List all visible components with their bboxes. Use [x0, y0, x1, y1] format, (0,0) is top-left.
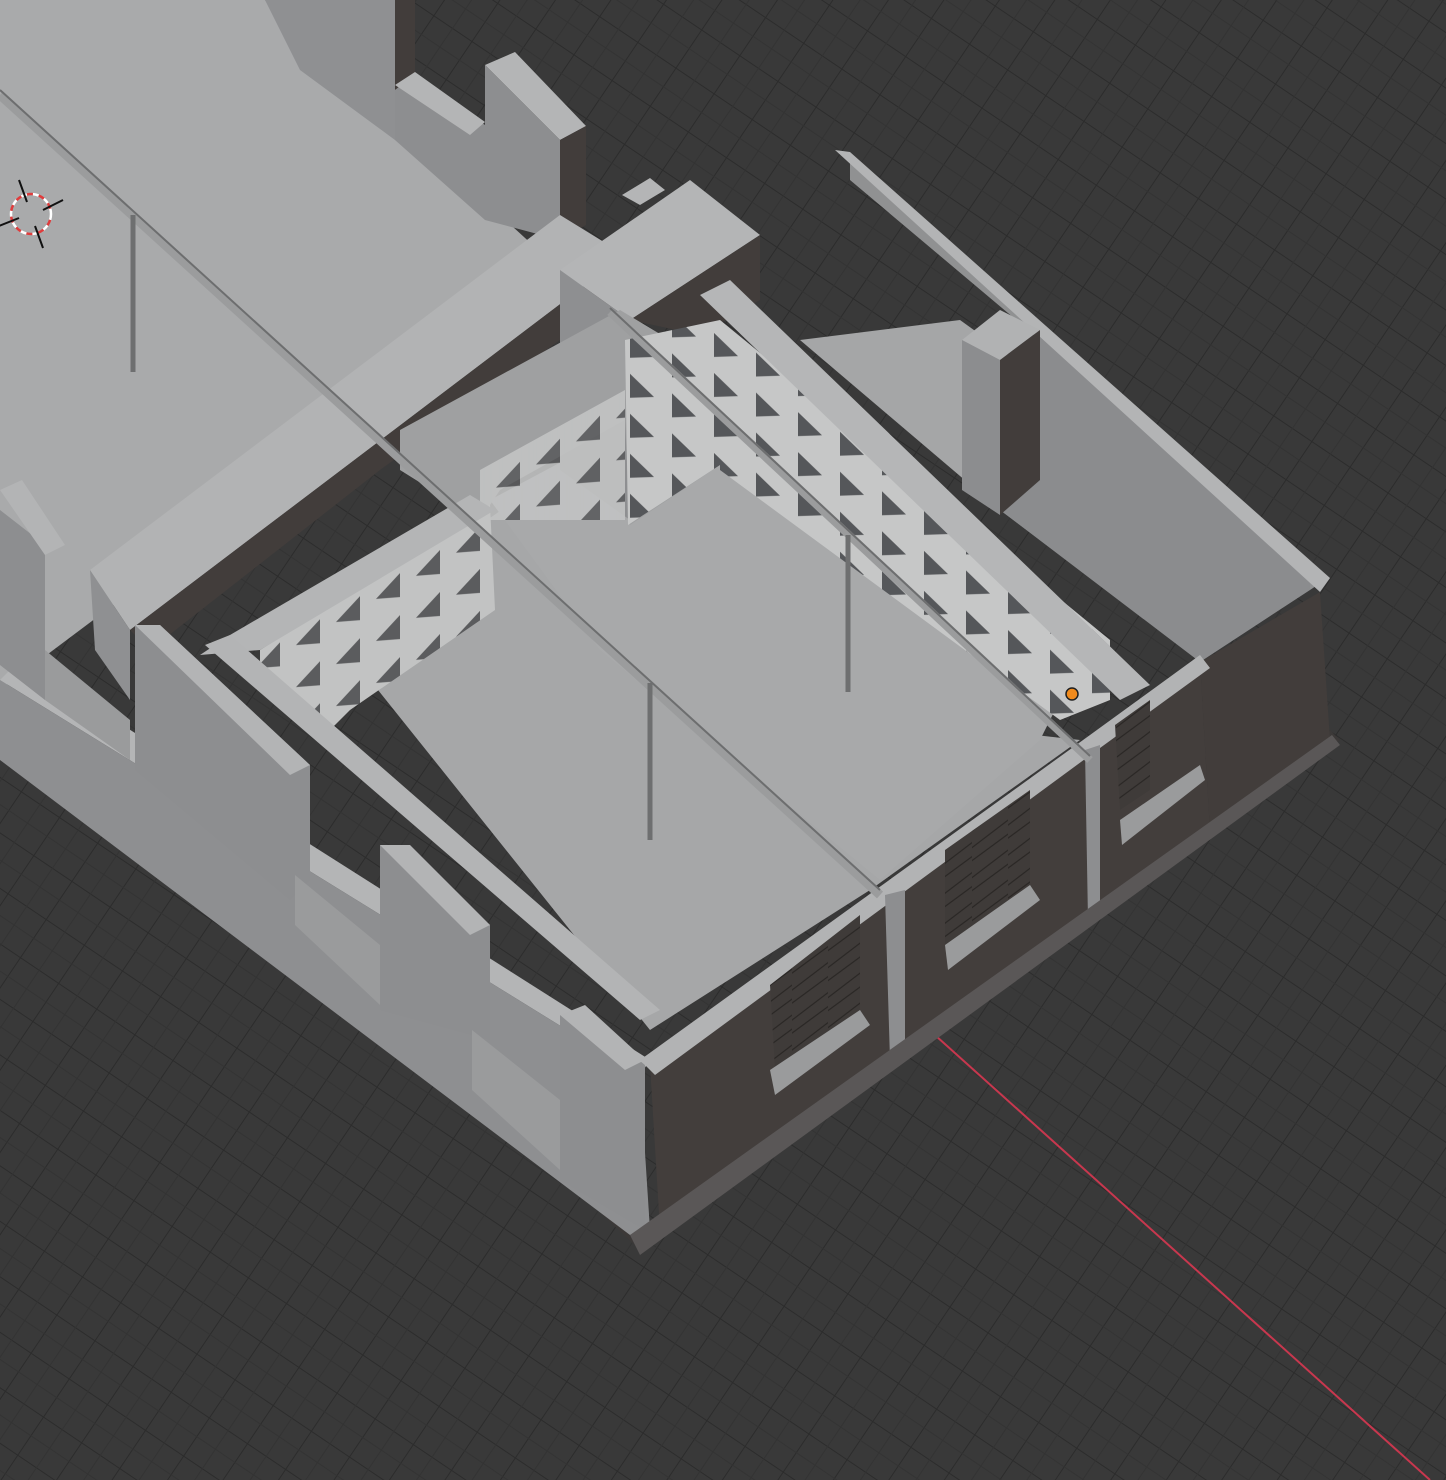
- object-origin-marker[interactable]: [1065, 687, 1079, 701]
- viewport-canvas[interactable]: [0, 0, 1446, 1480]
- 3d-viewport[interactable]: [0, 0, 1446, 1480]
- east-column-left: [962, 340, 1000, 515]
